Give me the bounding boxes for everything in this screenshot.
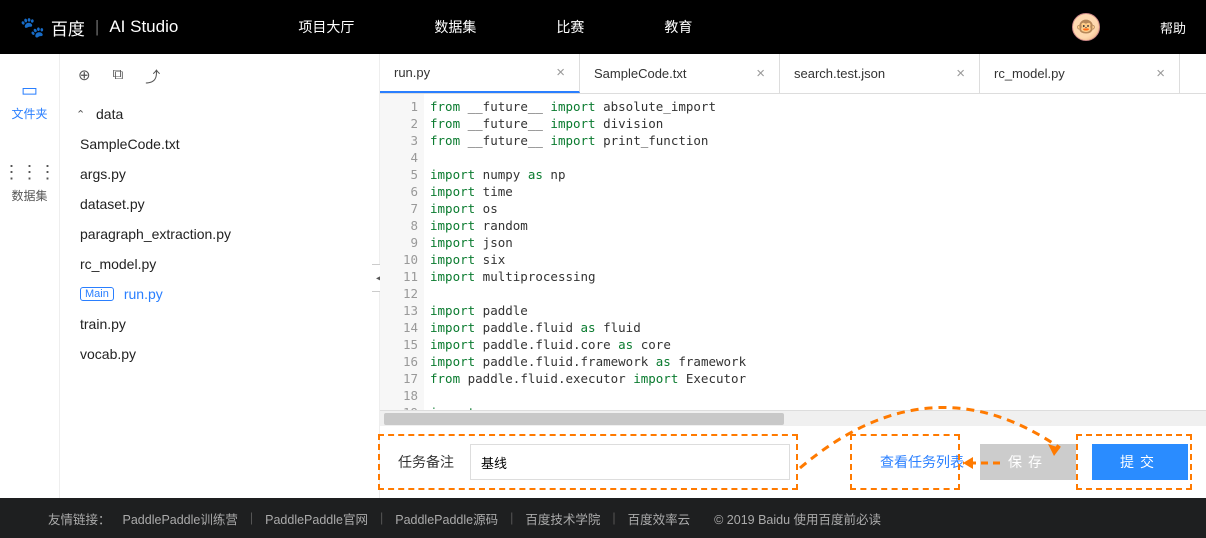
line-gutter: 1234567891011121314151617181920 ▸2122232… <box>380 94 424 410</box>
view-task-list-link[interactable]: 查看任务列表 <box>880 452 964 472</box>
tree-file[interactable]: vocab.py <box>76 339 367 369</box>
code-editor[interactable]: 1234567891011121314151617181920 ▸2122232… <box>380 94 1206 410</box>
footer-prefix: 友情链接： <box>48 509 111 528</box>
footer-link[interactable]: 百度效率云 <box>628 509 691 528</box>
left-rail: ▭ 文件夹 ⋮⋮⋮ 数据集 <box>0 54 60 498</box>
tree-file[interactable]: SampleCode.txt <box>76 129 367 159</box>
tree-file[interactable]: rc_model.py <box>76 249 367 279</box>
brand-sub: AI Studio <box>109 17 178 37</box>
rail-files-label: 文件夹 <box>11 105 47 122</box>
avatar[interactable]: 🐵 <box>1072 13 1100 41</box>
rail-dataset[interactable]: ⋮⋮⋮ 数据集 <box>0 154 59 212</box>
tree-file[interactable]: paragraph_extraction.py <box>76 219 367 249</box>
task-bar: 任务备注 查看任务列表 保存 提交 <box>380 426 1206 498</box>
file-tree: ⌃ data SampleCode.txt args.py dataset.py… <box>60 95 379 369</box>
task-label: 任务备注 <box>398 452 454 472</box>
scroll-thumb[interactable] <box>384 413 784 425</box>
main-area: ▭ 文件夹 ⋮⋮⋮ 数据集 ⊕ ⧉ ⤴ ⌃ data SampleCode.tx… <box>0 54 1206 498</box>
close-icon[interactable]: × <box>1156 65 1165 82</box>
tree-file[interactable]: train.py <box>76 309 367 339</box>
folder-icon: ▭ <box>21 80 38 101</box>
nav-project-hall[interactable]: 项目大厅 <box>298 17 354 37</box>
nav-competition[interactable]: 比赛 <box>556 17 584 37</box>
new-file-icon[interactable]: ⊕ <box>78 66 91 87</box>
rail-dataset-label: 数据集 <box>11 187 47 204</box>
brand-sep: | <box>95 17 99 37</box>
tab-run-py[interactable]: run.py× <box>380 54 580 93</box>
code-content[interactable]: from __future__ import absolute_importfr… <box>424 94 1206 410</box>
footer-link[interactable]: PaddlePaddle训练营 <box>123 509 238 528</box>
close-icon[interactable]: × <box>556 64 565 81</box>
close-icon[interactable]: × <box>756 65 765 82</box>
close-icon[interactable]: × <box>956 65 965 82</box>
footer-link[interactable]: 百度技术学院 <box>525 509 600 528</box>
nav-links: 项目大厅 数据集 比赛 教育 <box>298 17 692 37</box>
file-pane: ⊕ ⧉ ⤴ ⌃ data SampleCode.txt args.py data… <box>60 54 380 498</box>
footer-copyright: © 2019 Baidu 使用百度前必读 <box>714 509 881 528</box>
tab-rcmodel[interactable]: rc_model.py× <box>980 54 1180 93</box>
nav-help[interactable]: 帮助 <box>1160 18 1186 37</box>
footer-link[interactable]: PaddlePaddle源码 <box>395 509 498 528</box>
editor-tabs: run.py× SampleCode.txt× search.test.json… <box>380 54 1206 94</box>
new-folder-icon[interactable]: ⧉ <box>113 66 124 87</box>
nav-education[interactable]: 教育 <box>664 17 692 37</box>
submit-button[interactable]: 提交 <box>1092 444 1188 480</box>
main-badge: Main <box>80 287 114 301</box>
tree-folder-data[interactable]: ⌃ data <box>72 99 367 129</box>
tree-file[interactable]: dataset.py <box>76 189 367 219</box>
rail-files[interactable]: ▭ 文件夹 <box>0 72 59 130</box>
editor-area: ◂ run.py× SampleCode.txt× search.test.js… <box>380 54 1206 498</box>
logo[interactable]: 🐾 百度 | AI Studio <box>20 15 178 40</box>
upload-icon[interactable]: ⤴ <box>145 66 160 87</box>
footer-link[interactable]: PaddlePaddle官网 <box>265 509 368 528</box>
brand-main: 百度 <box>51 15 85 40</box>
chevron-down-icon: ⌃ <box>76 108 90 121</box>
footer: 友情链接： PaddlePaddle训练营| PaddlePaddle官网| P… <box>0 498 1206 538</box>
horizontal-scrollbar[interactable] <box>380 410 1206 426</box>
top-nav: 🐾 百度 | AI Studio 项目大厅 数据集 比赛 教育 🐵 帮助 <box>0 0 1206 54</box>
save-button[interactable]: 保存 <box>980 444 1076 480</box>
file-toolbar: ⊕ ⧉ ⤴ <box>60 54 379 95</box>
tree-file-selected[interactable]: Main run.py <box>76 279 367 309</box>
tab-search-json[interactable]: search.test.json× <box>780 54 980 93</box>
tree-file[interactable]: args.py <box>76 159 367 189</box>
tab-samplecode[interactable]: SampleCode.txt× <box>580 54 780 93</box>
nav-dataset[interactable]: 数据集 <box>434 17 476 37</box>
task-input[interactable] <box>470 444 790 480</box>
dataset-icon: ⋮⋮⋮ <box>3 162 57 183</box>
paw-icon: 🐾 <box>20 15 45 40</box>
